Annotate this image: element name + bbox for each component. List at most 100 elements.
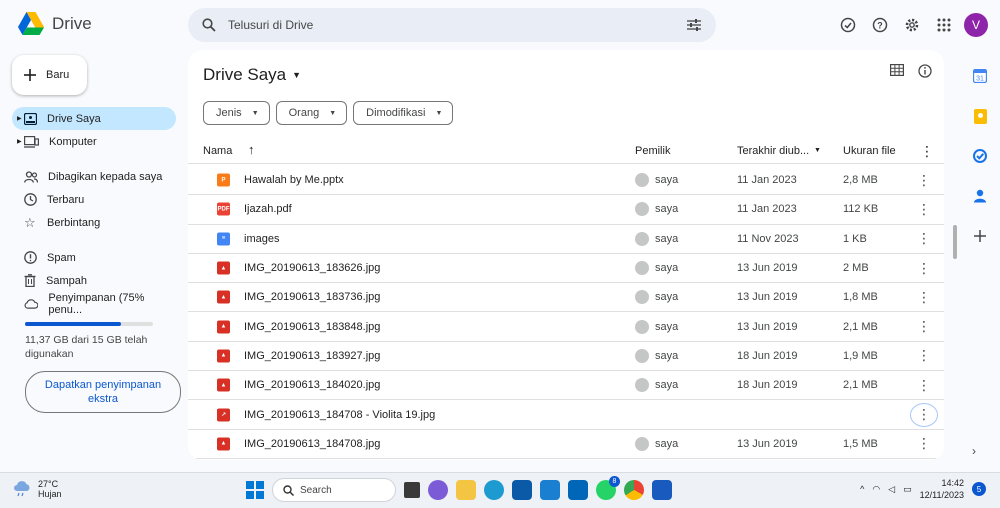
file-explorer-icon[interactable]	[456, 480, 476, 500]
sidebar-item-starred[interactable]: ☆ Berbintang	[12, 211, 176, 234]
column-name[interactable]: Nama	[203, 145, 232, 157]
taskbar-search[interactable]: Search	[272, 478, 396, 502]
more-vert-icon[interactable]: ⋮	[910, 373, 938, 397]
sort-arrow-up-icon[interactable]: ↑	[248, 142, 255, 157]
chevron-up-icon[interactable]: ^	[860, 484, 864, 494]
file-list-panel: Drive Saya ▼ Jenis ▼ Orang ▼ Dimodifikasi ▼…	[188, 50, 944, 460]
more-vert-icon[interactable]: ⋮	[920, 143, 934, 160]
add-addon-icon[interactable]	[960, 216, 1000, 256]
owner-label: saya	[655, 437, 679, 450]
notification-badge[interactable]: 5	[972, 482, 986, 496]
tasks-icon[interactable]	[960, 136, 1000, 176]
chevron-down-icon[interactable]: ▼	[814, 147, 821, 154]
pptx-file-icon: P	[217, 173, 230, 187]
filter-type[interactable]: Jenis ▼	[203, 101, 270, 125]
file-modified: 13 Jun 2019	[737, 262, 798, 275]
sidebar-item-recent[interactable]: Terbaru	[12, 188, 176, 211]
new-button[interactable]: Baru	[12, 55, 87, 95]
teams-chat-icon[interactable]	[428, 480, 448, 500]
table-row[interactable]: ▲ IMG_20190613_183927.jpg saya 18 Jun 20…	[188, 342, 944, 372]
table-row[interactable]: P Hawalah by Me.pptx saya 11 Jan 2023 2,…	[188, 166, 944, 196]
file-name: images	[244, 232, 280, 245]
clock[interactable]: 14:42 12/11/2023	[920, 477, 964, 501]
more-vert-icon[interactable]: ⋮	[910, 315, 938, 339]
more-vert-icon[interactable]: ⋮	[910, 197, 938, 221]
more-vert-icon[interactable]: ⋮	[910, 402, 938, 427]
sidebar-item-my-drive[interactable]: ▶ Drive Saya	[12, 107, 176, 130]
app-icon[interactable]	[568, 480, 588, 500]
info-icon[interactable]	[918, 64, 932, 78]
edge-browser-icon[interactable]	[484, 480, 504, 500]
svg-text:?: ?	[877, 21, 883, 31]
filter-people[interactable]: Orang ▼	[275, 101, 348, 125]
app-l-icon[interactable]	[540, 480, 560, 500]
offline-ready-icon[interactable]	[832, 10, 864, 40]
drive-logo[interactable]: Drive	[18, 12, 92, 35]
wifi-icon[interactable]: ◠	[872, 484, 880, 495]
get-more-storage-button[interactable]: Dapatkan penyimpanan ekstra	[25, 371, 181, 413]
search-icon	[283, 484, 294, 496]
grid-view-icon[interactable]	[890, 64, 904, 76]
calendar-icon[interactable]: 31	[960, 56, 1000, 96]
windows-start-icon[interactable]	[246, 481, 264, 499]
more-vert-icon[interactable]: ⋮	[910, 227, 938, 251]
top-bar: Drive Telusuri di Drive ? V	[0, 0, 1000, 50]
sidebar-item-label: Dibagikan kepada saya	[48, 170, 163, 183]
settings-gear-icon[interactable]	[896, 10, 928, 40]
computer-icon	[24, 135, 39, 148]
table-row[interactable]: ▲ IMG_20190613_183626.jpg saya 13 Jun 20…	[188, 254, 944, 284]
search-options-icon[interactable]	[686, 18, 702, 32]
filter-modified[interactable]: Dimodifikasi ▼	[353, 101, 454, 125]
table-row[interactable]: ▲ IMG_20190613_184708.jpg saya 13 Jun 20…	[188, 430, 944, 459]
scrollbar-thumb[interactable]	[953, 225, 957, 259]
chevron-right-icon[interactable]: ›	[972, 444, 976, 458]
search-bar[interactable]: Telusuri di Drive	[188, 8, 716, 42]
word-icon[interactable]	[652, 480, 672, 500]
owner-avatar-icon	[635, 202, 649, 217]
sidebar-item-storage[interactable]: Penyimpanan (75% penu...	[12, 291, 176, 316]
column-owner[interactable]: Pemilik	[635, 145, 670, 157]
sidebar-item-shared-with-me[interactable]: Dibagikan kepada saya	[12, 165, 176, 188]
whatsapp-icon[interactable]: 8	[596, 476, 620, 500]
expand-caret-icon[interactable]: ▶	[17, 138, 22, 145]
column-last-modified[interactable]: Terakhir diub...	[737, 145, 809, 157]
table-row[interactable]: ▲ IMG_20190613_183848.jpg saya 13 Jun 20…	[188, 312, 944, 342]
table-row[interactable]: ▲ IMG_20190613_184020.jpg saya 18 Jun 20…	[188, 371, 944, 401]
sidebar-item-computers[interactable]: ▶ Komputer	[12, 130, 176, 153]
image-shortcut-file-icon: ↗	[217, 408, 230, 422]
more-vert-icon[interactable]: ⋮	[910, 256, 938, 280]
search-icon[interactable]	[202, 18, 216, 32]
more-vert-icon[interactable]: ⋮	[910, 168, 938, 192]
help-icon[interactable]: ?	[864, 10, 896, 40]
file-modified: 18 Jun 2019	[737, 379, 798, 392]
column-file-size[interactable]: Ukuran file	[843, 145, 896, 157]
contacts-icon[interactable]	[960, 176, 1000, 216]
sidebar-item-label: Penyimpanan (75% penu...	[48, 291, 145, 316]
weather-widget[interactable]: 27°C Hujan	[12, 479, 62, 499]
table-row[interactable]: ≡ images saya 11 Nov 2023 1 KB ⋮	[188, 225, 944, 254]
more-vert-icon[interactable]: ⋮	[910, 285, 938, 309]
page-title[interactable]: Drive Saya ▼	[203, 65, 301, 85]
search-input[interactable]: Telusuri di Drive	[228, 18, 686, 32]
owner-avatar-icon	[635, 348, 649, 363]
table-row[interactable]: PDF Ijazah.pdf saya 11 Jan 2023 112 KB ⋮	[188, 195, 944, 225]
sidebar-item-spam[interactable]: Spam	[12, 246, 176, 269]
apps-grid-icon[interactable]	[928, 10, 960, 40]
task-view-icon[interactable]	[404, 482, 420, 498]
more-vert-icon[interactable]: ⋮	[910, 344, 938, 368]
microsoft-store-icon[interactable]	[512, 480, 532, 500]
more-vert-icon[interactable]: ⋮	[910, 432, 938, 456]
table-row[interactable]: ↗ IMG_20190613_184708 - Violita 19.jpg ⋮	[188, 400, 944, 430]
keep-icon[interactable]	[960, 96, 1000, 136]
view-actions	[890, 64, 932, 78]
sidebar-item-trash[interactable]: Sampah	[12, 269, 176, 292]
pdf-file-icon: PDF	[217, 202, 230, 216]
expand-caret-icon[interactable]: ▶	[17, 115, 22, 122]
file-size: 1 KB	[843, 232, 867, 245]
trash-icon	[24, 274, 36, 287]
account-avatar[interactable]: V	[964, 13, 988, 37]
chrome-icon[interactable]	[624, 480, 644, 500]
volume-icon[interactable]: ◁	[888, 484, 895, 495]
battery-icon[interactable]: ▭	[903, 484, 912, 495]
table-row[interactable]: ▲ IMG_20190613_183736.jpg saya 13 Jun 20…	[188, 283, 944, 313]
